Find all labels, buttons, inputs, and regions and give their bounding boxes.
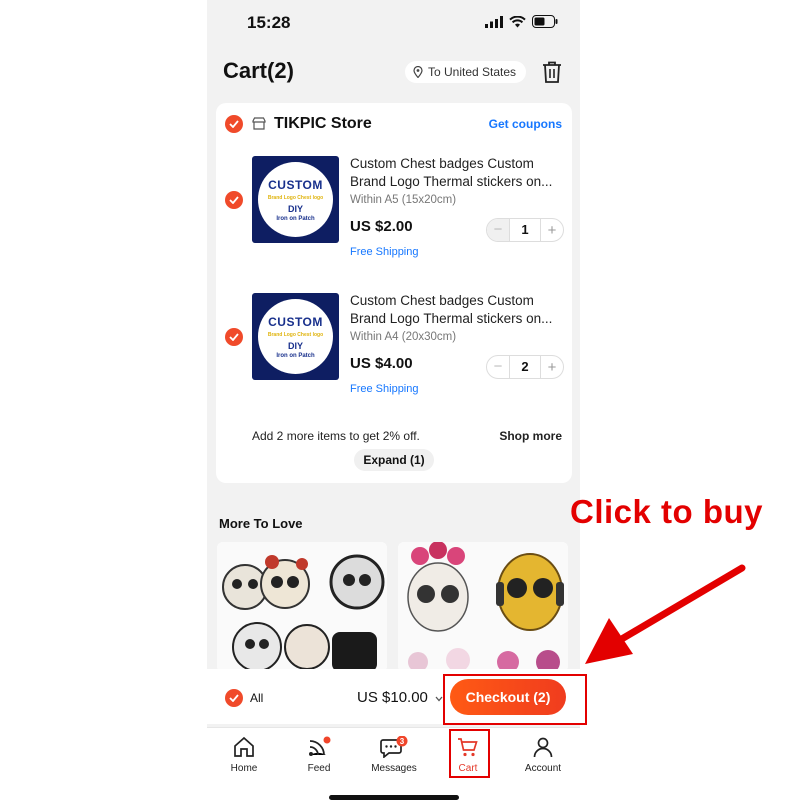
annotation-arrow-icon	[585, 564, 746, 664]
